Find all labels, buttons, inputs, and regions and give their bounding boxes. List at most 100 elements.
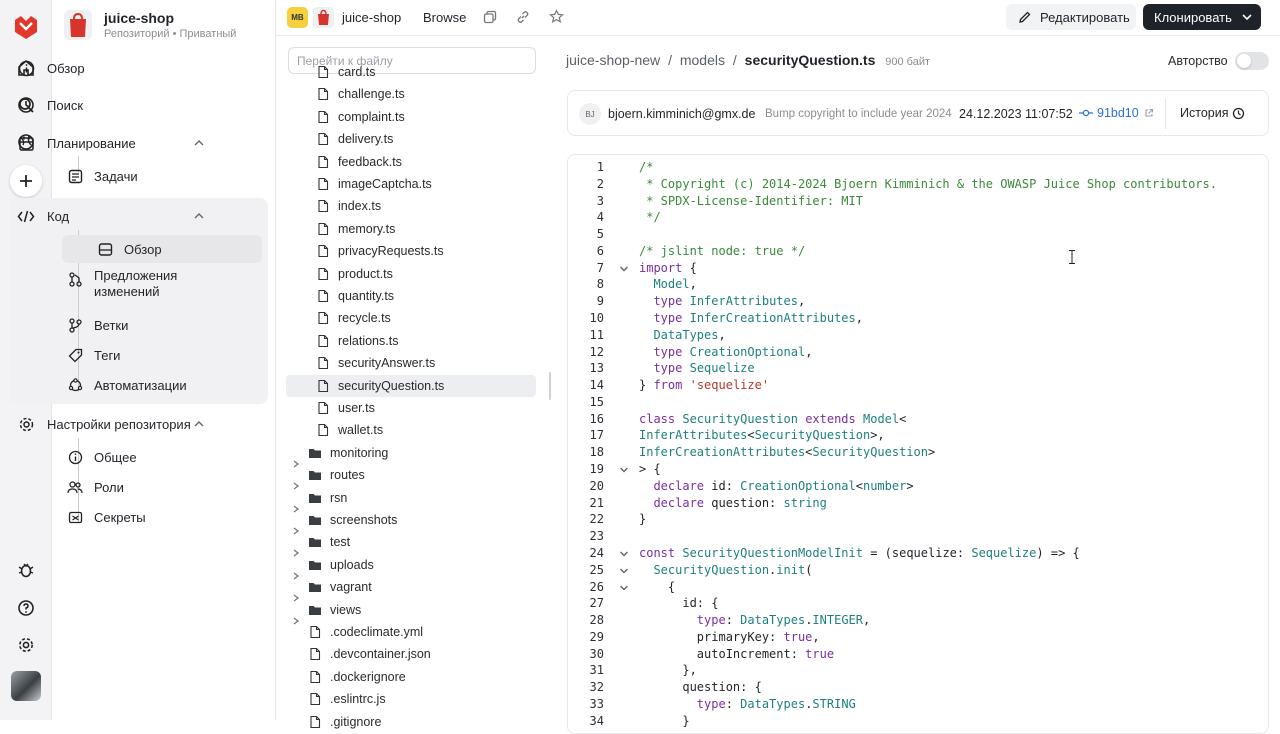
app-logo-icon[interactable] (11, 12, 41, 42)
panel-resize-handle[interactable] (549, 372, 551, 400)
breadcrumb-repo[interactable]: juice-shop-new (566, 52, 660, 68)
file-row[interactable]: index.ts (286, 195, 536, 217)
fold-chevron-icon[interactable] (619, 549, 629, 559)
file-row-label: wallet.ts (338, 423, 384, 438)
repo-header[interactable]: juice-shop Репозиторий • Приватный (64, 8, 267, 44)
folder-row[interactable]: screenshots (286, 509, 536, 535)
file-row[interactable]: .devcontainer.json (286, 643, 536, 665)
line-number: 24 (589, 545, 604, 560)
code-line: }, (639, 663, 697, 678)
browse-tab[interactable]: Browse (423, 10, 466, 25)
nav-code-overview[interactable]: Обзор (62, 235, 262, 263)
file-row-label: card.ts (338, 65, 376, 79)
file-row[interactable]: product.ts (286, 263, 536, 285)
link-icon[interactable] (516, 10, 530, 24)
folder-row[interactable]: uploads (286, 554, 536, 580)
file-row-label: product.ts (338, 266, 393, 281)
file-row[interactable]: relations.ts (286, 330, 536, 352)
file-row[interactable]: .gitignore (286, 711, 536, 733)
line-number: 19 (589, 462, 604, 477)
nav-tasks[interactable]: Задачи (66, 162, 212, 190)
commit-message[interactable]: Bump copyright to include year 2024 (765, 108, 959, 120)
nav-code[interactable]: Код (8, 203, 216, 229)
nav-tags[interactable]: Теги (66, 341, 212, 369)
folder-row[interactable]: vagrant (286, 576, 536, 602)
edit-button[interactable]: Редактировать (1006, 4, 1136, 30)
nav-automations[interactable]: Автоматизации (66, 371, 212, 399)
file-row[interactable]: memory.ts (286, 218, 536, 240)
file-row[interactable]: recycle.ts (286, 307, 536, 329)
chevron-up-icon[interactable] (194, 419, 204, 429)
nav-pull-requests[interactable]: Предложения изменений (66, 268, 212, 304)
help-icon[interactable] (10, 592, 42, 624)
copy-icon[interactable] (483, 10, 497, 24)
chevron-up-icon[interactable] (194, 211, 204, 221)
topbar-repo-name[interactable]: juice-shop (342, 10, 401, 25)
repo-visibility: Репозиторий • Приватный (104, 28, 237, 40)
nav-secrets[interactable]: Секреты (66, 503, 212, 531)
code-line: declare id: CreationOptional<number> (653, 478, 914, 493)
last-commit-bar: BJ bjoern.kimminich@gmx.de Bump copyrigh… (567, 90, 1269, 136)
user-avatar[interactable] (11, 671, 41, 701)
line-number: 20 (589, 478, 604, 493)
folder-row-label: uploads (330, 557, 374, 572)
file-row[interactable]: .dockerignore (286, 666, 536, 688)
fold-chevron-icon[interactable] (619, 264, 629, 274)
clone-button[interactable]: Клонировать (1143, 4, 1261, 30)
org-badge[interactable]: MB (287, 7, 308, 28)
nav-general[interactable]: Общее (66, 443, 212, 471)
commit-hash-link[interactable]: 91bd10 (1079, 106, 1154, 120)
folder-icon (309, 538, 321, 548)
file-row-label: index.ts (338, 199, 382, 214)
star-icon[interactable] (549, 9, 564, 24)
file-row[interactable]: quantity.ts (286, 285, 536, 307)
nav-overview[interactable]: Обзор (8, 55, 216, 81)
line-number: 14 (589, 378, 604, 393)
file-icon (318, 401, 329, 415)
file-row[interactable]: securityAnswer.ts (286, 352, 536, 374)
folder-row[interactable]: test (286, 531, 536, 557)
folder-row[interactable]: routes (286, 464, 536, 490)
nav-planning[interactable]: Планирование (8, 130, 216, 156)
author-avatar[interactable]: BJ (579, 103, 601, 125)
fold-chevron-icon[interactable] (619, 566, 629, 576)
create-plus-icon[interactable] (10, 165, 42, 197)
code-line: */ (639, 210, 661, 225)
commit-author[interactable]: bjoern.kimminich@gmx.de (608, 107, 755, 121)
bug-icon[interactable] (10, 554, 42, 586)
nav-search[interactable]: Поиск (8, 92, 216, 118)
breadcrumb-folder[interactable]: models (680, 52, 725, 68)
file-row[interactable]: privacyRequests.ts (286, 240, 536, 262)
history-button[interactable]: История (1180, 106, 1245, 120)
file-row[interactable]: .codeclimate.yml (286, 621, 536, 643)
toggle-knob (1237, 54, 1251, 68)
nav-branches-label: Ветки (94, 317, 129, 333)
code-viewer[interactable]: 1 /* 2 * Copyright (c) 2014-2024 Bjoern Ki… (567, 154, 1269, 734)
file-row[interactable]: feedback.ts (286, 151, 536, 173)
chevron-up-icon[interactable] (194, 138, 204, 148)
file-row[interactable]: imageCaptcha.ts (286, 173, 536, 195)
fold-chevron-icon[interactable] (619, 465, 629, 475)
file-row[interactable]: .eslintrc.js (286, 688, 536, 710)
file-row[interactable]: wallet.ts (286, 419, 536, 441)
file-row-label: imageCaptcha.ts (338, 177, 432, 191)
folder-row[interactable]: rsn (286, 487, 536, 513)
file-row-selected[interactable]: securityQuestion.ts (286, 374, 536, 397)
file-row[interactable]: user.ts (286, 397, 536, 419)
nav-roles[interactable]: Роли (66, 473, 212, 501)
code-line: const SecurityQuestionModelInit = (seque… (639, 545, 1080, 560)
folder-icon (309, 516, 321, 525)
file-row[interactable]: challenge.ts (286, 83, 536, 105)
settings-gear-icon[interactable] (10, 629, 42, 661)
file-row[interactable]: complaint.ts (286, 106, 536, 128)
fold-chevron-icon[interactable] (619, 583, 629, 593)
text-cursor-icon (1069, 250, 1075, 264)
authorship-toggle[interactable] (1235, 52, 1269, 70)
nav-branches[interactable]: Ветки (66, 311, 212, 339)
folder-row[interactable]: monitoring (286, 442, 536, 468)
nav-repo-settings[interactable]: Настройки репозитория (8, 411, 216, 437)
folder-row[interactable]: views (286, 599, 536, 625)
file-row[interactable]: delivery.ts (286, 128, 536, 150)
file-icon (318, 110, 329, 123)
file-icon (310, 670, 321, 683)
